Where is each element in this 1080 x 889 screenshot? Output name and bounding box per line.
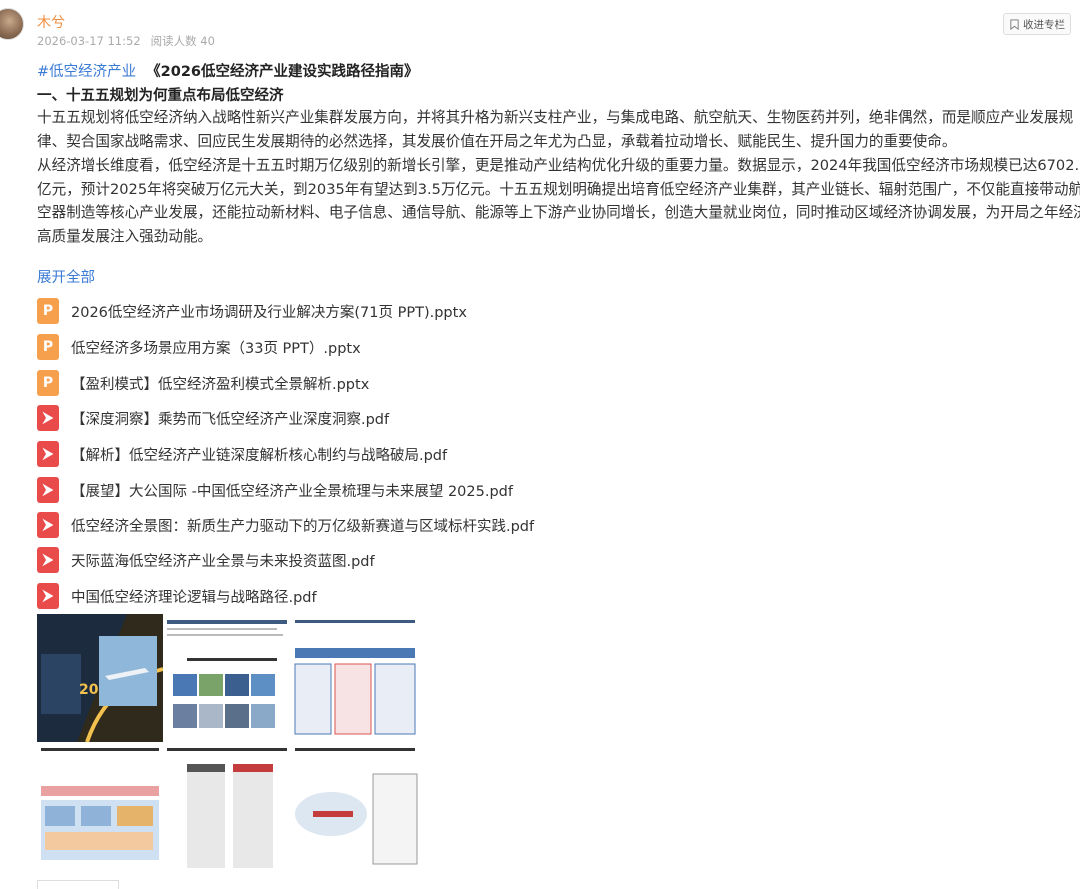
pdf-file-icon: ⮞ xyxy=(37,547,59,573)
ppt-file-icon: P xyxy=(37,334,59,360)
author-name[interactable]: 木兮 xyxy=(37,12,65,32)
attachment-item[interactable]: P 【盈利模式】低空经济盈利模式全景解析.pptx xyxy=(37,369,369,397)
attachment-item[interactable]: ⮞ 中国低空经济理论逻辑与战略路径.pdf xyxy=(37,582,317,610)
preview-collage: 20 xyxy=(37,614,421,872)
ppt-file-icon: P xyxy=(37,370,59,396)
read-count: 阅读人数 40 xyxy=(150,34,215,48)
attachment-name: 【展望】大公国际 -中国低空经济产业全景梳理与未来展望 2025.pdf xyxy=(71,483,513,500)
favorite-icon xyxy=(1010,18,1019,30)
attachment-name: 低空经济全景图：新质生产力驱动下的万亿级新赛道与区域标杆实践.pdf xyxy=(71,518,535,535)
attachment-item[interactable]: P 2026低空经济产业市场调研及行业解决方案(71页 PPT).pptx xyxy=(37,297,467,325)
attachment-name: 天际蓝海低空经济产业全景与未来投资蓝图.pdf xyxy=(71,553,375,570)
attachment-item[interactable]: P 低空经济多场景应用方案（33页 PPT）.pptx xyxy=(37,333,361,361)
post-meta: 2026-03-17 11:52 阅读人数 40 xyxy=(37,33,225,49)
attachment-name: 低空经济多场景应用方案（33页 PPT）.pptx xyxy=(71,340,361,357)
avatar[interactable] xyxy=(0,8,24,40)
pdf-file-icon: ⮞ xyxy=(37,405,59,431)
attachment-item[interactable]: ⮞ 天际蓝海低空经济产业全景与未来投资蓝图.pdf xyxy=(37,546,375,574)
attachment-name: 【盈利模式】低空经济盈利模式全景解析.pptx xyxy=(71,376,370,393)
attachment-item[interactable]: ⮞ 【展望】大公国际 -中国低空经济产业全景梳理与未来展望 2025.pdf xyxy=(37,476,513,504)
attachment-item[interactable]: ⮞ 【解析】低空经济产业链深度解析核心制约与战略破局.pdf xyxy=(37,440,447,468)
svg-text:20: 20 xyxy=(79,682,99,698)
post-date: 2026-03-17 11:52 xyxy=(37,34,141,48)
paragraph-2: 从经济增长维度看，低空经济是十五五时期万亿级别的新增长引擎，更是推动产业结构优化… xyxy=(37,157,1080,245)
attachment-item[interactable]: ⮞ 低空经济全景图：新质生产力驱动下的万亿级新赛道与区域标杆实践.pdf xyxy=(37,511,534,539)
pdf-file-icon: ⮞ xyxy=(37,512,59,538)
pdf-file-icon: ⮞ xyxy=(37,441,59,467)
expand-all-link[interactable]: 展开全部 xyxy=(37,266,95,287)
attachment-name: 中国低空经济理论逻辑与战略路径.pdf xyxy=(71,589,317,606)
pdf-file-icon: ⮞ xyxy=(37,583,59,609)
paragraph-1: 十五五规划将低空经济纳入战略性新兴产业集群发展方向，并将其升格为新兴支柱产业，与… xyxy=(37,109,1074,150)
favorite-button[interactable]: 收进专栏 xyxy=(1003,13,1071,35)
ppt-file-icon: P xyxy=(37,298,59,324)
attachment-item[interactable]: ⮞ 【深度洞察】乘势而飞低空经济产业深度洞察.pdf xyxy=(37,404,389,432)
attachment-name: 【深度洞察】乘势而飞低空经济产业深度洞察.pdf xyxy=(71,411,390,428)
post-title: 《2026低空经济产业建设实践路径指南》 xyxy=(146,64,419,80)
section-heading: 一、十五五规划为何重点布局低空经济 xyxy=(37,88,284,104)
attachment-name: 【解析】低空经济产业链深度解析核心制约与战略破局.pdf xyxy=(71,447,448,464)
attachment-name: 2026低空经济产业市场调研及行业解决方案(71页 PPT).pptx xyxy=(71,304,467,321)
post-title-line: #低空经济产业 《2026低空经济产业建设实践路径指南》 xyxy=(37,60,419,81)
favorite-label: 收进专栏 xyxy=(1023,18,1065,31)
preview-image[interactable]: 20 xyxy=(37,614,421,872)
topic-tag[interactable]: #低空经济产业 xyxy=(37,64,136,80)
pdf-file-icon: ⮞ xyxy=(37,477,59,503)
